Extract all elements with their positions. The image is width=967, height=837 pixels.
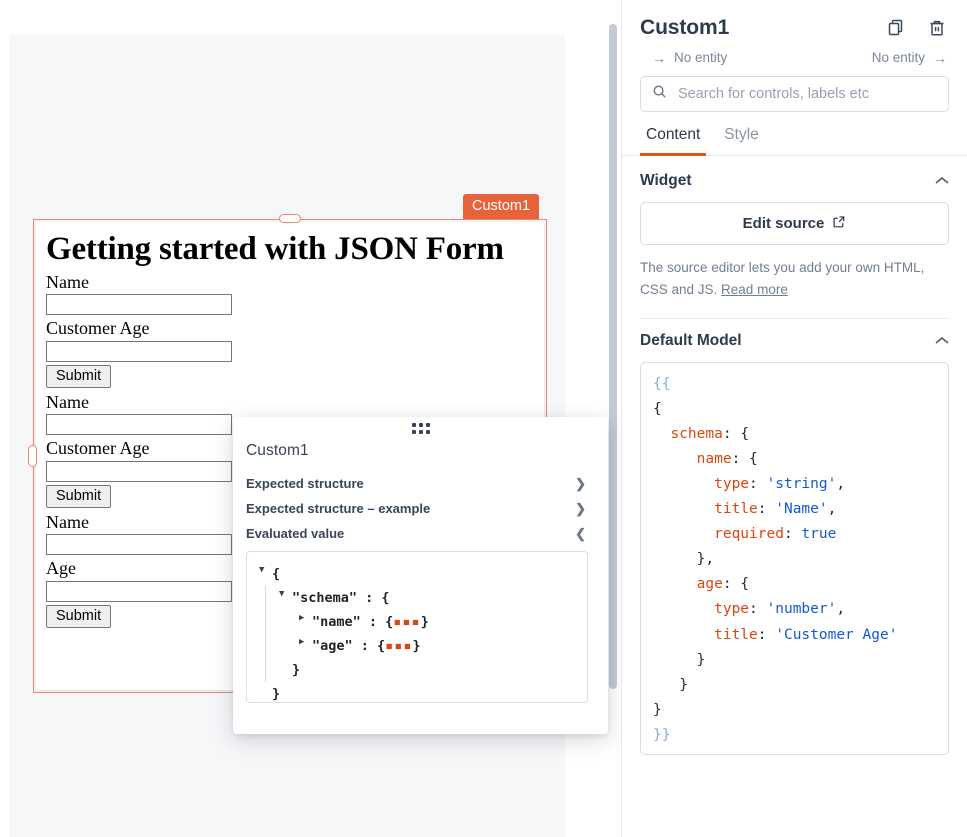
tree-toggle-closed-icon[interactable] bbox=[299, 610, 312, 626]
incoming-entity[interactable]: → No entity bbox=[652, 50, 727, 65]
code-line: }, bbox=[696, 551, 715, 568]
popover-row-label: Expected structure bbox=[246, 476, 364, 491]
search-input[interactable] bbox=[676, 85, 937, 103]
name-input[interactable] bbox=[46, 414, 232, 436]
evaluated-value-popover[interactable]: Custom1 Expected structure ❯ Expected st… bbox=[233, 417, 608, 734]
form-group: Name Customer Age Submit bbox=[46, 271, 534, 390]
popover-row-label: Expected structure – example bbox=[246, 501, 431, 516]
code-key-title: title bbox=[714, 626, 758, 643]
code-value-title: 'Customer Age' bbox=[775, 626, 898, 643]
copy-icon[interactable] bbox=[887, 18, 907, 38]
customer-age-input[interactable] bbox=[46, 340, 232, 362]
search-box[interactable] bbox=[640, 76, 949, 112]
search-icon bbox=[652, 84, 667, 104]
chevron-up-icon[interactable] bbox=[935, 335, 949, 347]
widget-name-badge[interactable]: Custom1 bbox=[463, 194, 540, 220]
code-value-type: 'number' bbox=[766, 601, 837, 618]
resize-handle-left[interactable] bbox=[28, 445, 37, 467]
submit-button[interactable]: Submit bbox=[46, 484, 112, 508]
tree-toggle-closed-icon[interactable] bbox=[299, 634, 312, 650]
chevron-right-icon: ❯ bbox=[575, 476, 586, 491]
popover-row-expected-structure[interactable]: Expected structure ❯ bbox=[246, 471, 588, 496]
code-line: } bbox=[653, 701, 662, 718]
popover-title: Custom1 bbox=[246, 442, 309, 459]
code-moustache-open: {{ bbox=[653, 375, 671, 392]
code-key-title: title bbox=[714, 501, 758, 518]
code-value-type: 'string' bbox=[766, 476, 837, 493]
popover-row-label: Evaluated value bbox=[246, 526, 345, 541]
form-title: Getting started with JSON Form bbox=[46, 231, 504, 267]
tree-toggle-open-icon[interactable] bbox=[279, 586, 292, 602]
name-input[interactable] bbox=[46, 534, 232, 556]
widget-help-text: The source editor lets you add your own … bbox=[640, 257, 949, 301]
edit-source-button[interactable]: Edit source bbox=[640, 202, 949, 245]
code-moustache-close: }} bbox=[653, 726, 671, 743]
canvas-scrollbar-thumb[interactable] bbox=[609, 24, 617, 689]
external-link-icon bbox=[832, 215, 846, 233]
json-tree-node-age[interactable]: "age" : {▪▪▪} bbox=[259, 634, 575, 658]
code-line: : { bbox=[731, 450, 758, 467]
panel-tabs: Content Style bbox=[622, 112, 967, 156]
tab-content[interactable]: Content bbox=[640, 126, 707, 156]
submit-button[interactable]: Submit bbox=[46, 364, 112, 388]
popover-row-expected-structure-example[interactable]: Expected structure – example ❯ bbox=[246, 496, 588, 521]
code-key-type: type bbox=[714, 601, 750, 618]
section-default-model-header[interactable]: Default Model bbox=[640, 332, 949, 350]
json-tree-node-schema[interactable]: "schema" : { bbox=[259, 586, 575, 610]
outgoing-entity[interactable]: No entity → bbox=[872, 50, 947, 65]
popover-row-evaluated-value[interactable]: Evaluated value ❮ bbox=[246, 521, 588, 546]
evaluated-value-tree[interactable]: { "schema" : { "name" : {▪▪▪} bbox=[246, 551, 588, 703]
field-label: Customer Age bbox=[46, 318, 150, 339]
section-default-model-title: Default Model bbox=[640, 331, 742, 349]
field-label: Name bbox=[46, 271, 89, 292]
age-input[interactable] bbox=[46, 580, 232, 602]
code-key-age: age bbox=[696, 576, 723, 593]
json-tree-close-root: } bbox=[272, 686, 281, 703]
chevron-down-icon: ❮ bbox=[575, 526, 586, 541]
section-widget-title: Widget bbox=[640, 172, 692, 189]
code-key-required: required bbox=[714, 526, 784, 543]
tab-style[interactable]: Style bbox=[718, 126, 764, 156]
code-value-required: true bbox=[801, 526, 837, 543]
code-value-title: 'Name' bbox=[775, 501, 828, 518]
arrow-right-icon: → bbox=[933, 49, 947, 66]
chevron-up-icon[interactable] bbox=[935, 175, 949, 187]
json-tree-node-name[interactable]: "name" : {▪▪▪} bbox=[259, 610, 575, 634]
code-line: : { bbox=[722, 576, 750, 593]
entity-bindings-row: → No entity No entity → bbox=[622, 40, 967, 65]
default-model-code-editor[interactable]: {{ { schema: { name: { type: 'string', t… bbox=[640, 361, 949, 755]
resize-handle-top[interactable] bbox=[279, 214, 301, 223]
json-tree-root[interactable]: { bbox=[259, 562, 575, 586]
code-line: : { bbox=[722, 425, 750, 442]
section-widget-header[interactable]: Widget bbox=[640, 172, 949, 190]
customer-age-input[interactable] bbox=[46, 460, 232, 482]
code-key-type: type bbox=[714, 476, 750, 493]
code-line: } bbox=[696, 651, 706, 668]
json-tree-close-schema: } bbox=[292, 662, 301, 679]
trash-icon[interactable] bbox=[927, 18, 947, 38]
field-label: Name bbox=[46, 391, 89, 412]
panel-header: Custom1 bbox=[622, 0, 967, 40]
arrow-right-icon: → bbox=[652, 49, 666, 66]
read-more-link[interactable]: Read more bbox=[721, 282, 788, 297]
section-widget: Widget Edit source The source editor let… bbox=[622, 156, 967, 319]
name-input[interactable] bbox=[46, 294, 232, 316]
code-key-name: name bbox=[696, 450, 732, 467]
chevron-right-icon: ❯ bbox=[575, 501, 586, 516]
code-line: { bbox=[653, 400, 662, 417]
code-key-schema: schema bbox=[670, 425, 723, 442]
drag-handle-icon[interactable] bbox=[397, 418, 445, 438]
tree-toggle-open-icon[interactable] bbox=[259, 562, 272, 578]
outgoing-entity-label: No entity bbox=[871, 50, 925, 65]
section-default-model: Default Model {{ { schema: { name: { typ… bbox=[622, 319, 967, 755]
code-line: } bbox=[679, 676, 688, 693]
incoming-entity-label: No entity bbox=[674, 50, 728, 65]
page-title: Custom1 bbox=[640, 16, 730, 39]
edit-source-label: Edit source bbox=[742, 215, 825, 232]
submit-button[interactable]: Submit bbox=[46, 604, 112, 628]
properties-panel[interactable]: Custom1 → No entity No entity → Search f… bbox=[621, 0, 967, 837]
canvas-scrollbar[interactable] bbox=[606, 0, 620, 837]
